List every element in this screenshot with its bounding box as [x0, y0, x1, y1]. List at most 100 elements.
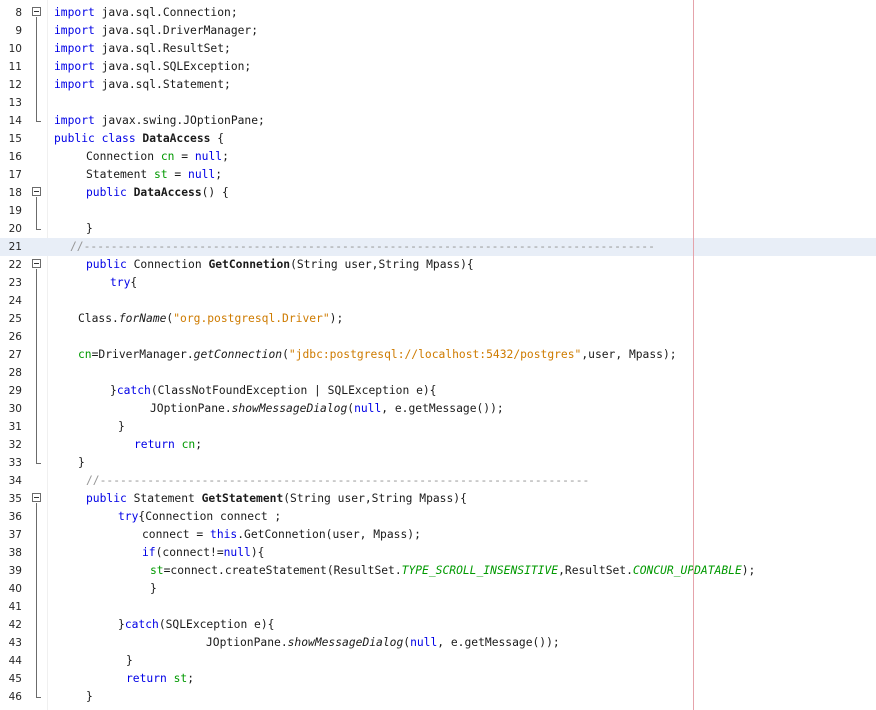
line-number: 20 — [8, 223, 22, 235]
code-text: if(connect!=null){ — [142, 546, 265, 559]
line-number: 21 — [8, 241, 22, 253]
code-line-29[interactable]: 29}catch(ClassNotFoundException | SQLExc… — [0, 382, 876, 400]
code-text: } — [86, 690, 93, 703]
right-margin-line — [693, 0, 694, 710]
code-text: import javax.swing.JOptionPane; — [54, 114, 265, 127]
code-text: } — [118, 420, 125, 433]
line-number: 25 — [8, 313, 22, 325]
code-text: public DataAccess() { — [86, 186, 229, 199]
code-text: } — [78, 456, 85, 469]
code-line-31[interactable]: 31} — [0, 418, 876, 436]
code-line-18[interactable]: 18 public DataAccess() { — [0, 184, 876, 202]
line-number: 40 — [8, 583, 22, 595]
code-line-11[interactable]: 11 import java.sql.SQLException; — [0, 58, 876, 76]
code-line-21[interactable]: 21 //------------------------------------… — [0, 238, 876, 256]
line-number: 11 — [8, 61, 22, 73]
code-text: JOptionPane.showMessageDialog(null, e.ge… — [150, 402, 504, 415]
line-number: 45 — [8, 673, 22, 685]
code-text: } — [150, 582, 157, 595]
code-text: Connection cn = null; — [86, 150, 229, 163]
line-number: 33 — [8, 457, 22, 469]
fold-guide-line — [36, 17, 37, 121]
code-line-30[interactable]: 30 JOptionPane.showMessageDialog(null, e.… — [0, 400, 876, 418]
line-number: 27 — [8, 349, 22, 361]
code-text: connect = this.GetConnetion(user, Mpass)… — [142, 528, 421, 541]
line-number: 46 — [8, 691, 22, 703]
code-text: }catch(SQLException e){ — [118, 618, 275, 631]
code-line-45[interactable]: 45 return st; — [0, 670, 876, 688]
line-number: 18 — [8, 187, 22, 199]
code-text: JOptionPane.showMessageDialog(null, e.ge… — [206, 636, 560, 649]
code-text: //--------------------------------------… — [70, 240, 655, 253]
line-number: 16 — [8, 151, 22, 163]
code-line-13[interactable]: 13 — [0, 94, 876, 112]
line-number: 14 — [8, 115, 22, 127]
code-line-38[interactable]: 38 if(connect!=null){ — [0, 544, 876, 562]
code-line-33[interactable]: 33} — [0, 454, 876, 472]
code-text: try{ — [110, 276, 138, 289]
code-line-9[interactable]: 9 import java.sql.DriverManager; — [0, 22, 876, 40]
code-text: import java.sql.ResultSet; — [54, 42, 231, 55]
code-editor[interactable]: 8 import java.sql.Connection; 9 import java… — [0, 0, 876, 710]
code-line-34[interactable]: 34 //------------------------------------… — [0, 472, 876, 490]
code-text: try{Connection connect ; — [118, 510, 282, 523]
line-number: 8 — [15, 7, 22, 19]
code-line-43[interactable]: 43 JOptionPane.showMessageDialog(null, e.… — [0, 634, 876, 652]
code-line-35[interactable]: 35 public Statement GetStatement(String u… — [0, 490, 876, 508]
code-line-37[interactable]: 37 connect = this.GetConnetion(user, Mpas… — [0, 526, 876, 544]
code-line-27[interactable]: 27 cn=DriverManager.getConnection("jdbc:p… — [0, 346, 876, 364]
line-number: 32 — [8, 439, 22, 451]
code-line-12[interactable]: 12 import java.sql.Statement; — [0, 76, 876, 94]
fold-collapse-icon[interactable] — [32, 187, 41, 196]
fold-guide-line — [36, 197, 37, 229]
code-text: cn=DriverManager.getConnection("jdbc:pos… — [78, 348, 677, 361]
line-number: 34 — [8, 475, 22, 487]
fold-collapse-icon[interactable] — [32, 7, 41, 16]
code-text: } — [126, 654, 133, 667]
code-text: import java.sql.DriverManager; — [54, 24, 259, 37]
line-number: 22 — [8, 259, 22, 271]
code-line-46[interactable]: 46} — [0, 688, 876, 706]
code-line-16[interactable]: 16 Connection cn = null; — [0, 148, 876, 166]
code-line-39[interactable]: 39 st=connect.createStatement(ResultSet.T… — [0, 562, 876, 580]
code-text: return st; — [126, 672, 195, 685]
line-number: 9 — [15, 25, 22, 37]
code-line-20[interactable]: 20} — [0, 220, 876, 238]
code-line-36[interactable]: 36 try{Connection connect ; — [0, 508, 876, 526]
code-text: Statement st = null; — [86, 168, 223, 181]
fold-guide-end — [36, 463, 41, 464]
code-line-42[interactable]: 42 }catch(SQLException e){ — [0, 616, 876, 634]
line-number: 19 — [8, 205, 22, 217]
code-line-28[interactable]: 28 — [0, 364, 876, 382]
code-line-15[interactable]: 15 public class DataAccess { — [0, 130, 876, 148]
code-text: import java.sql.Connection; — [54, 6, 238, 19]
code-line-32[interactable]: 32 return cn; — [0, 436, 876, 454]
code-line-14[interactable]: 14 import javax.swing.JOptionPane; — [0, 112, 876, 130]
line-number: 42 — [8, 619, 22, 631]
code-line-41[interactable]: 41 — [0, 598, 876, 616]
code-line-44[interactable]: 44} — [0, 652, 876, 670]
code-line-8[interactable]: 8 import java.sql.Connection; — [0, 4, 876, 22]
code-line-22[interactable]: 22 public Connection GetConnetion(String … — [0, 256, 876, 274]
code-text: }catch(ClassNotFoundException | SQLExcep… — [110, 384, 437, 397]
line-number: 12 — [8, 79, 22, 91]
code-line-10[interactable]: 10 import java.sql.ResultSet; — [0, 40, 876, 58]
code-text: public class DataAccess { — [54, 132, 225, 145]
code-line-24[interactable]: 24 — [0, 292, 876, 310]
line-number: 37 — [8, 529, 22, 541]
code-line-17[interactable]: 17 Statement st = null; — [0, 166, 876, 184]
line-number: 43 — [8, 637, 22, 649]
line-number: 39 — [8, 565, 22, 577]
line-number: 10 — [8, 43, 22, 55]
fold-collapse-icon[interactable] — [32, 493, 41, 502]
code-line-26[interactable]: 26 — [0, 328, 876, 346]
code-line-25[interactable]: 25 Class.forName("org.postgresql.Driver")… — [0, 310, 876, 328]
line-number: 44 — [8, 655, 22, 667]
line-number: 30 — [8, 403, 22, 415]
code-line-19[interactable]: 19 — [0, 202, 876, 220]
code-line-40[interactable]: 40} — [0, 580, 876, 598]
line-number: 36 — [8, 511, 22, 523]
code-line-23[interactable]: 23 try{ — [0, 274, 876, 292]
fold-collapse-icon[interactable] — [32, 259, 41, 268]
code-text: import java.sql.SQLException; — [54, 60, 252, 73]
